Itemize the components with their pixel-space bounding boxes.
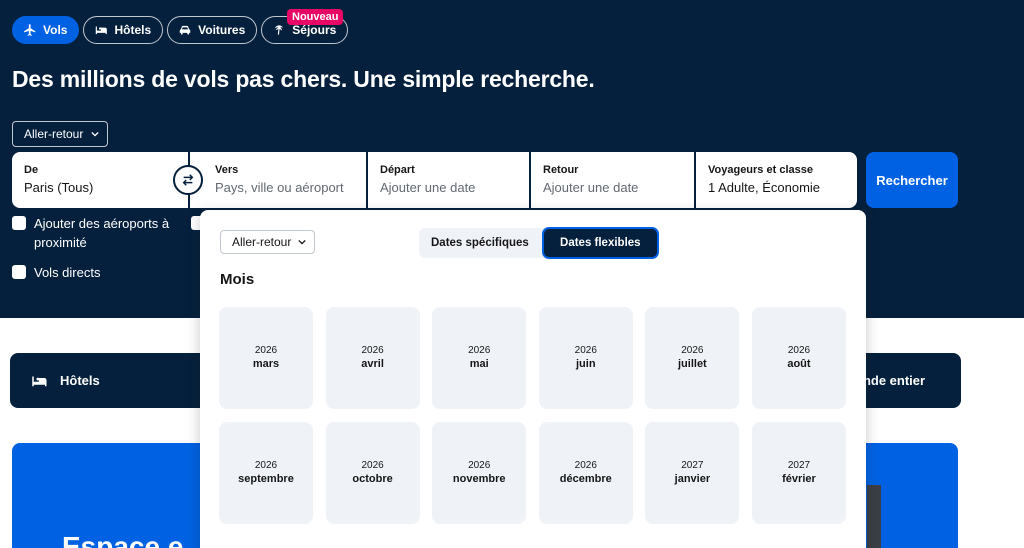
month-name: novembre xyxy=(452,473,506,485)
tab-flexible-dates[interactable]: Dates flexibles xyxy=(541,227,659,259)
month-year: 2026 xyxy=(681,345,704,356)
return-label: Retour xyxy=(543,164,579,176)
months-heading: Mois xyxy=(220,271,255,288)
origin-label: De xyxy=(24,164,39,176)
month-year: 2026 xyxy=(361,460,384,471)
month-name: mars xyxy=(252,358,280,370)
return-placeholder: Ajouter une date xyxy=(543,180,639,195)
travellers-label: Voyageurs et classe xyxy=(708,164,813,176)
month-name: avril xyxy=(361,358,384,370)
month-tile[interactable]: 2026 octobre xyxy=(325,422,420,524)
search-button[interactable]: Rechercher xyxy=(866,152,958,208)
destination-placeholder: Pays, ville ou aéroport xyxy=(215,180,344,195)
date-mode-toggle: Dates spécifiques Dates flexibles xyxy=(419,227,659,259)
page-title: Des millions de vols pas chers. Une simp… xyxy=(12,66,595,92)
destination-label: Vers xyxy=(215,164,239,176)
month-year: 2026 xyxy=(361,345,384,356)
month-name: juillet xyxy=(678,358,707,370)
month-year: 2026 xyxy=(574,460,597,471)
palm-tree-icon xyxy=(275,25,284,35)
month-tile[interactable]: 2026 juillet xyxy=(645,307,740,409)
nearby-airports-checkbox[interactable] xyxy=(12,216,26,230)
month-year: 2026 xyxy=(787,345,811,356)
month-year: 2026 xyxy=(254,345,278,356)
month-year: 2026 xyxy=(468,345,491,356)
month-year: 2026 xyxy=(468,460,491,471)
month-tile[interactable]: 2027 janvier xyxy=(645,422,740,524)
return-date-field[interactable]: Retour Ajouter une date xyxy=(531,152,694,208)
chevron-down-icon xyxy=(298,239,307,245)
new-badge: Nouveau xyxy=(287,9,344,25)
nearby-airports-label-line2: proximité xyxy=(34,235,87,250)
direct-flights-label: Vols directs xyxy=(34,265,101,280)
month-name: décembre xyxy=(559,473,612,485)
month-grid: 2026 mars 2026 avril 2026 mai 2026 juin 2026… xyxy=(219,307,846,524)
month-tile[interactable]: 2026 novembre xyxy=(432,422,527,524)
nearby-airports-option[interactable]: Ajouter des aéroports à proximité xyxy=(12,214,169,252)
bed-icon xyxy=(96,26,108,35)
month-name: janvier xyxy=(674,473,711,485)
month-name: février xyxy=(782,473,816,485)
month-name: mai xyxy=(469,358,489,370)
month-year: 2026 xyxy=(574,345,597,356)
depart-label: Départ xyxy=(380,164,415,176)
tab-cars[interactable]: Voitures xyxy=(167,16,258,44)
swap-arrows-icon xyxy=(182,174,194,186)
month-tile[interactable]: 2026 septembre xyxy=(219,422,313,524)
popover-trip-type-select[interactable]: Aller-retour xyxy=(220,230,315,254)
travellers-value: 1 Adulte, Économie xyxy=(708,180,821,195)
month-name: septembre xyxy=(238,473,294,485)
tab-hotels[interactable]: Hôtels xyxy=(83,16,164,44)
tab-label: Vols xyxy=(43,23,68,37)
date-picker-popover: Aller-retour Dates spécifiques Dates fle… xyxy=(200,210,866,548)
depart-placeholder: Ajouter une date xyxy=(380,180,476,195)
nearby-airports-label-line1: Ajouter des aéroports à xyxy=(34,216,170,231)
month-tile[interactable]: 2026 août xyxy=(751,307,846,409)
hotels-card-label: Hôtels xyxy=(60,373,100,388)
tab-label: Voitures xyxy=(198,23,246,37)
depart-date-field[interactable]: Départ Ajouter une date xyxy=(368,152,529,208)
plane-icon xyxy=(24,24,36,36)
month-year: 2027 xyxy=(787,460,811,471)
origin-value: Paris (Tous) xyxy=(24,180,94,195)
month-year: 2026 xyxy=(254,460,278,471)
direct-flights-option[interactable]: Vols directs xyxy=(12,263,100,282)
tab-label: Hôtels xyxy=(114,23,152,37)
chevron-down-icon xyxy=(91,131,100,137)
bed-icon xyxy=(32,376,47,386)
destination-field[interactable]: Vers Pays, ville ou aéroport xyxy=(190,152,366,208)
month-name: octobre xyxy=(352,473,393,485)
swap-button[interactable] xyxy=(173,165,203,195)
tab-label: Séjours xyxy=(292,23,337,37)
month-tile[interactable]: 2026 avril xyxy=(325,307,420,409)
month-year: 2027 xyxy=(681,460,704,471)
travellers-field[interactable]: Voyageurs et classe 1 Adulte, Économie xyxy=(696,152,857,208)
promo-banner-title: Espace e xyxy=(62,531,184,548)
month-name: juin xyxy=(576,358,596,370)
tab-specific-dates[interactable]: Dates spécifiques xyxy=(419,228,541,258)
promo-banner-image xyxy=(867,485,881,548)
trip-type-value: Aller-retour xyxy=(24,127,84,141)
car-icon xyxy=(179,25,191,35)
month-tile[interactable]: 2026 mai xyxy=(432,307,527,409)
tab-flights[interactable]: Vols xyxy=(12,16,80,44)
month-tile[interactable]: 2026 décembre xyxy=(538,422,633,524)
nearby-airports-label: Ajouter des aéroports à proximité xyxy=(34,214,169,252)
direct-flights-checkbox[interactable] xyxy=(12,265,26,279)
month-tile[interactable]: 2027 février xyxy=(751,422,846,524)
month-tile[interactable]: 2026 mars xyxy=(219,307,313,409)
month-tile[interactable]: 2026 juin xyxy=(538,307,633,409)
trip-type-select[interactable]: Aller-retour xyxy=(12,121,108,147)
origin-field[interactable]: De Paris (Tous) xyxy=(12,152,188,208)
month-name: août xyxy=(787,358,811,370)
popover-trip-type-value: Aller-retour xyxy=(232,235,292,249)
